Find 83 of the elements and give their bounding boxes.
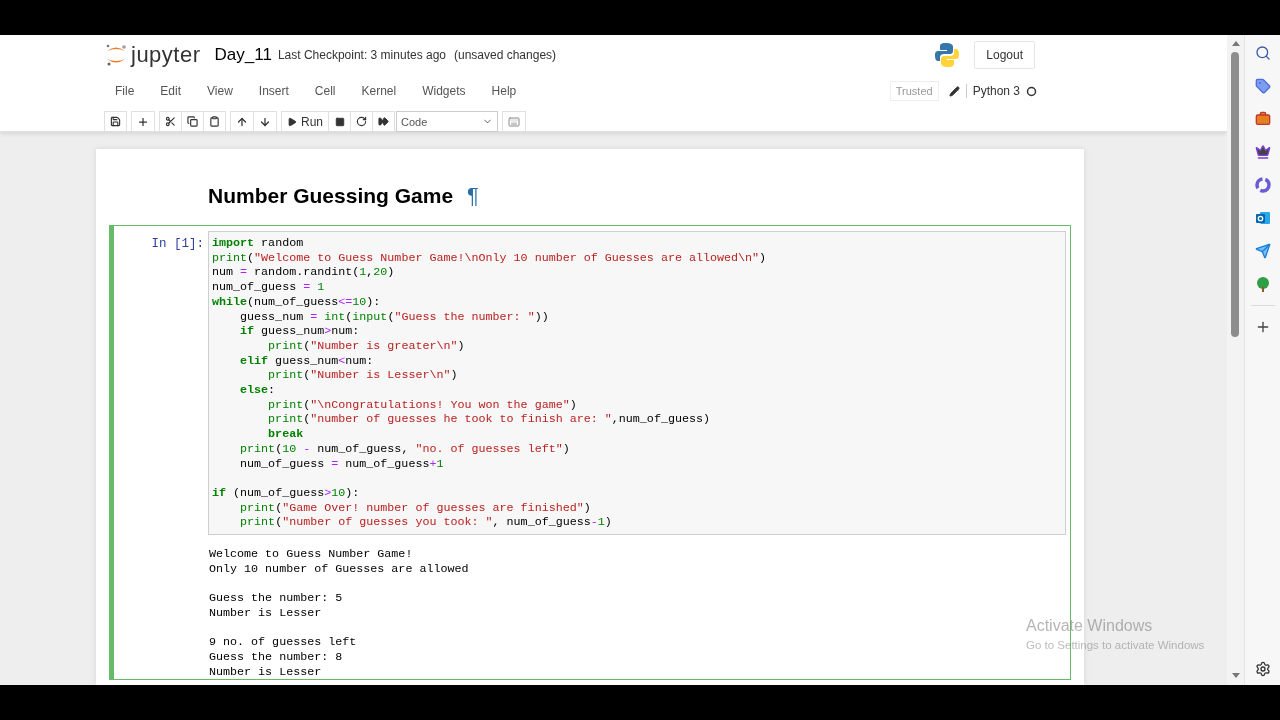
code-line: num_of_guess = 1 [212,280,326,295]
scrollbar[interactable] [1227,35,1244,685]
code-line: guess_num = int(input("Guess the number: ")) [239,309,550,325]
code-line: if guess_num>num: [239,324,361,339]
logout-button[interactable]: Logout [974,41,1035,69]
logo-text: jupyter [131,42,201,68]
python-logo-icon [934,42,961,68]
code-line: else: [239,383,277,398]
restart-icon [356,116,367,127]
cell-prompt: In [1]: [150,236,204,253]
scrollbar-thumb[interactable] [1231,52,1239,337]
tag-icon[interactable] [1254,78,1271,94]
kernel-name: Python 3 [965,84,1020,98]
menu-item[interactable]: Cell [304,84,346,98]
output-line: Number is Lesser [209,605,322,621]
cell-type-select[interactable]: Code [396,111,498,132]
code-line: print("Game Over! number of guesses are finished") [239,500,592,516]
jupyter-logo-icon [105,43,127,67]
code-line: print("number of guesses he took to finish are: ",num_of_guess) [267,412,711,428]
fast-forward-button[interactable] [372,111,395,132]
clipboard-icon [209,116,220,127]
scroll-down-icon[interactable] [1231,673,1240,679]
play-icon [287,116,297,127]
run-button[interactable]: Run [281,111,329,132]
menu-item[interactable]: Insert [248,84,299,98]
stop-icon [334,116,345,127]
menu-item[interactable]: File [105,84,145,98]
plus-icon [137,115,149,128]
search-icon[interactable] [1254,45,1271,61]
mail-icon[interactable] [1254,210,1271,226]
menu-item[interactable]: Widgets [412,84,476,98]
code-line: while(num_of_guess<=10): [212,294,382,310]
code-line: print("Number is greater\n") [267,338,466,354]
output-line: Number is Lesser [209,664,322,680]
move-up-button[interactable] [230,111,254,132]
restart-button[interactable] [350,111,373,132]
add-cell-button[interactable] [131,111,155,132]
code-line: import random [212,236,305,251]
stop-button[interactable] [328,111,351,132]
arrow-down-icon [259,115,271,128]
settings-icon[interactable] [1254,661,1271,677]
send-icon[interactable] [1254,243,1271,259]
output-line: Only 10 number of Guesses are allowed [209,561,469,577]
checkpoint-text: Last Checkpoint: 3 minutes ago [277,48,446,62]
menu-item[interactable]: Help [481,84,527,98]
output-line: Guess the number: 5 [209,591,343,606]
fast-forward-icon [378,116,389,127]
code-line: num_of_guess = num_of_guess+1 [239,456,445,472]
code-line: print("\nCongratulations! You won the game") [267,397,578,413]
keyboard-icon [508,115,520,128]
move-down-button[interactable] [253,111,277,132]
anchor-link[interactable]: ¶ [467,183,479,209]
code-line: elif guess_num<num: [239,353,375,369]
toolbox-icon[interactable] [1254,111,1271,127]
paste-button[interactable] [203,111,226,132]
output-line: Guess the number: 8 [209,649,343,665]
code-line: if (num_of_guess>10): [212,485,361,501]
scissors-icon [165,116,176,127]
arrow-up-icon [236,115,248,128]
scroll-up-icon[interactable] [1231,41,1240,47]
code-line: num = random.randint(1,20) [212,265,396,281]
save-status: (unsaved changes) [454,48,557,62]
code-line: print("Welcome to Guess Number Game!\nOnly 10 number of Guesses are allowed\n") [212,250,768,266]
notebook-name[interactable]: Day_11 [214,45,272,65]
code-line: print("Number is Lesser\n") [267,368,459,384]
copy-icon [187,116,198,127]
notebook-heading: Number Guessing Game [208,184,454,208]
code-line: print(10 - num_of_guess, "no. of guesses left") [239,441,571,457]
save-button[interactable] [104,111,127,132]
menu-item[interactable]: Edit [150,84,192,98]
output-line: Welcome to Guess Number Game! [209,547,413,562]
menu-item[interactable]: Kernel [351,84,407,98]
menu-item[interactable]: View [197,84,243,98]
code-editor[interactable] [208,231,1066,536]
code-line: break [267,427,305,442]
copy-button[interactable] [181,111,204,132]
tree-icon[interactable] [1254,276,1271,292]
cut-button[interactable] [159,111,182,132]
swirl-icon[interactable] [1254,177,1271,193]
pencil-icon[interactable] [948,85,960,97]
output-line: 9 no. of guesses left [209,635,357,650]
kernel-status-icon [1026,85,1037,97]
code-line: print("number of guesses you took: ", num_of_guess-1) [239,515,613,531]
